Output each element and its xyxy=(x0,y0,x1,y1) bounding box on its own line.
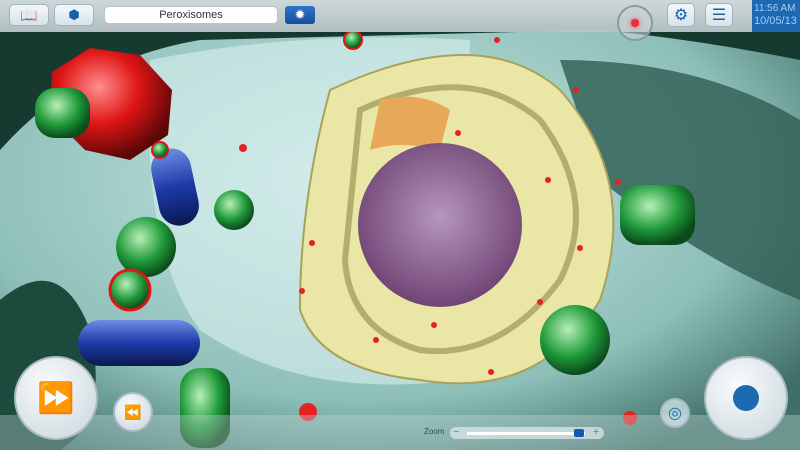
rewind-button[interactable]: ⏪ xyxy=(113,392,153,432)
search-input[interactable]: Peroxisomes xyxy=(104,6,278,24)
menu-icon: ☰ xyxy=(711,7,727,24)
recenter-button[interactable]: ◎ xyxy=(660,398,690,428)
action-button[interactable] xyxy=(704,356,788,440)
zoom-in-button[interactable]: + xyxy=(593,426,599,438)
target-icon: ◎ xyxy=(668,405,682,422)
book-icon: 📖 xyxy=(20,6,38,23)
zoom-label: Zoom xyxy=(424,427,445,436)
zoom-slider-rail[interactable] xyxy=(467,432,585,435)
clock-date: 10/05/13 xyxy=(754,15,797,27)
zoom-out-button[interactable]: − xyxy=(453,426,459,438)
gear-icon: ⚙ xyxy=(673,7,689,24)
settings-button[interactable]: ⚙ xyxy=(667,3,695,27)
library-button[interactable]: 📖 xyxy=(9,4,49,26)
record-button[interactable] xyxy=(617,5,653,41)
fast-forward-icon: ⏩ xyxy=(37,381,75,415)
play-button[interactable]: ⏩ xyxy=(14,356,98,440)
light-icon: ✹ xyxy=(294,7,306,22)
zoom-slider-thumb[interactable] xyxy=(574,429,585,437)
circle-icon xyxy=(733,385,759,411)
status-clock: 11:56 AM 10/05/13 xyxy=(752,0,800,32)
clock-time: 11:56 AM xyxy=(754,3,796,14)
cell-view-button[interactable]: ⬢ xyxy=(54,4,94,26)
lighting-button[interactable]: ✹ xyxy=(285,6,315,24)
cell-3d-scene[interactable] xyxy=(0,0,800,450)
menu-button[interactable]: ☰ xyxy=(705,3,733,27)
cube-icon: ⬢ xyxy=(68,7,80,22)
record-icon xyxy=(631,19,639,27)
rewind-icon: ⏪ xyxy=(124,403,142,420)
